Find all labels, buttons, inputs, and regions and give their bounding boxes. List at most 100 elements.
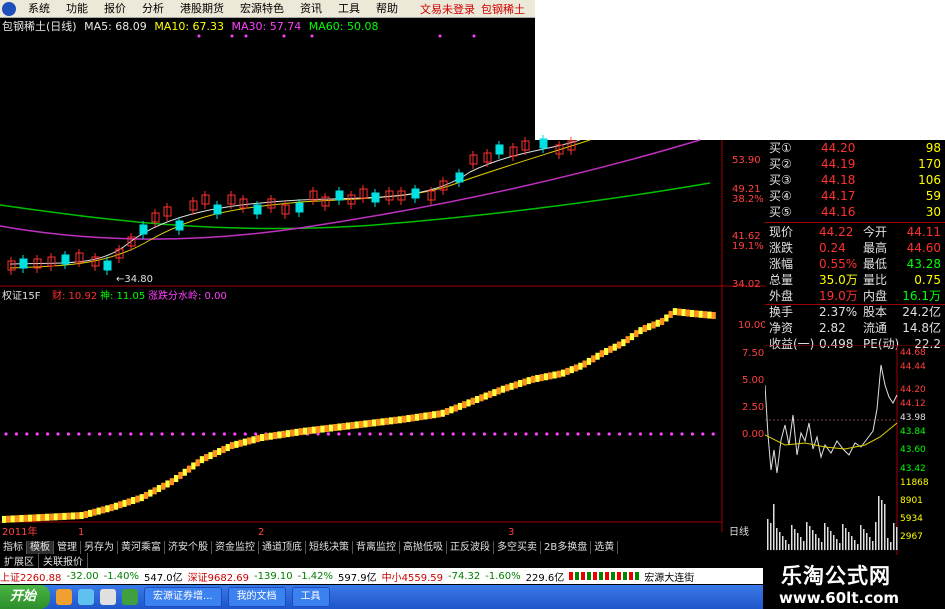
zero-dot bbox=[701, 432, 705, 436]
tab-related-quotes[interactable]: 关联报价 bbox=[39, 553, 88, 568]
indicator-tab[interactable]: 模板 bbox=[27, 540, 54, 554]
volume-bar bbox=[806, 522, 808, 550]
indicator-block bbox=[586, 357, 592, 365]
bid-row: 买① 44.20 98 bbox=[765, 140, 945, 156]
intraday-axis: 44.68 44.44 44.20 44.12 43.98 43.84 43.6… bbox=[900, 348, 929, 542]
indicator-block bbox=[612, 343, 617, 351]
sh-index[interactable]: 上证2260.88 bbox=[0, 569, 61, 584]
indicator-block bbox=[647, 323, 652, 331]
indicator-block bbox=[397, 416, 402, 424]
sh-change: -32.00 bbox=[66, 570, 99, 582]
menu-system[interactable]: 系统 bbox=[20, 0, 58, 17]
volume-bar bbox=[803, 541, 805, 550]
info-label: 总量 bbox=[769, 273, 794, 287]
tab-extension-area[interactable]: 扩展区 bbox=[0, 553, 39, 568]
ma30-line bbox=[0, 139, 701, 240]
volume-bar bbox=[866, 533, 868, 550]
bid-volume: 106 bbox=[918, 173, 941, 187]
indicator-tab[interactable]: 通道顶底 bbox=[259, 540, 306, 554]
indicator-block bbox=[376, 418, 381, 426]
indicator-tab[interactable]: 另存为 bbox=[81, 540, 118, 554]
volume-bar bbox=[788, 544, 790, 550]
volume-bar bbox=[770, 523, 772, 550]
media-icon[interactable] bbox=[122, 589, 139, 605]
zero-dot bbox=[566, 432, 570, 436]
indicator-tab[interactable]: 短线决策 bbox=[306, 540, 353, 554]
zero-dot bbox=[649, 432, 653, 436]
indicator-block bbox=[131, 497, 136, 504]
sz-index[interactable]: 深证9682.69 bbox=[188, 569, 249, 584]
indicator-block bbox=[139, 494, 144, 502]
indicator-tab[interactable]: 背离监控 bbox=[353, 540, 400, 554]
indicator-block bbox=[40, 513, 45, 521]
app-logo-icon bbox=[2, 1, 16, 16]
menu-tools[interactable]: 工具 bbox=[330, 0, 368, 17]
chart-header: 包钢稀土(日线) MA5: 68.09 MA10: 67.33 MA30: 57… bbox=[2, 18, 532, 33]
x-label: 2011年 bbox=[2, 525, 37, 538]
price-tick: 19.1% bbox=[732, 241, 764, 252]
menu-hk-futures[interactable]: 港股期货 bbox=[172, 0, 232, 17]
quicklaunch-icon[interactable] bbox=[78, 589, 95, 605]
zero-dot bbox=[118, 432, 122, 436]
info-value: 2.82 bbox=[819, 321, 846, 335]
indicator-block bbox=[118, 501, 123, 509]
menu-analysis[interactable]: 分析 bbox=[134, 0, 172, 17]
indicator-block bbox=[677, 308, 682, 316]
menu-help[interactable]: 帮助 bbox=[368, 0, 406, 17]
indicator-block bbox=[608, 345, 613, 353]
start-button[interactable]: 开始 bbox=[0, 585, 51, 609]
chart-area[interactable]: 53.90 49.21 38.2% 41.62 19.1% 34.02 ←34.… bbox=[0, 32, 765, 540]
ma60-line bbox=[0, 182, 711, 230]
taskbar-app-tools[interactable]: 工具 bbox=[291, 587, 330, 607]
info-value: 0.55% bbox=[819, 257, 858, 271]
candle-body bbox=[495, 144, 504, 155]
price-tick: 53.90 bbox=[732, 155, 761, 166]
indicator-block bbox=[62, 512, 67, 520]
indicator-tab[interactable]: 资金监控 bbox=[212, 540, 259, 554]
indicator-tab[interactable]: 选黄 bbox=[591, 540, 619, 554]
indicator-block bbox=[268, 432, 273, 440]
indicator-tab[interactable]: 多空买卖 bbox=[494, 540, 541, 554]
indicator-block bbox=[462, 401, 467, 409]
indicator-block bbox=[535, 374, 540, 382]
login-notice[interactable]: 文易未登录 bbox=[420, 1, 475, 17]
indicator-axis: 10.00 7.50 5.00 2.50 0.00 bbox=[738, 320, 765, 440]
menu-info[interactable]: 资讯 bbox=[292, 0, 330, 17]
taskbar-app-hongyuan[interactable]: 宏源证券增... bbox=[144, 587, 222, 607]
indicator-tab[interactable]: 黄河乘富 bbox=[118, 540, 165, 554]
indicator-tab[interactable]: 高抛低吸 bbox=[400, 540, 447, 554]
explorer-icon[interactable] bbox=[100, 589, 117, 605]
indicator-block bbox=[174, 475, 179, 483]
browser-icon[interactable] bbox=[56, 589, 73, 605]
intraday-volume bbox=[767, 496, 898, 550]
intraday-chart[interactable]: 44.68 44.44 44.20 44.12 43.98 43.84 43.6… bbox=[765, 345, 945, 555]
zx-index[interactable]: 中小4559.59 bbox=[382, 569, 443, 584]
menu-function[interactable]: 功能 bbox=[58, 0, 96, 17]
indicator-block bbox=[208, 452, 213, 460]
indicator-block bbox=[539, 374, 544, 382]
indicator-tab[interactable]: 指标 bbox=[0, 540, 27, 554]
watermark-url: www.60lt.com bbox=[779, 589, 900, 607]
indicator-block bbox=[32, 514, 37, 522]
indicator-block bbox=[367, 419, 372, 427]
volume-bar bbox=[872, 541, 874, 550]
x-axis-labels: 2011年 1 2 3 bbox=[2, 525, 514, 538]
indicator-block bbox=[475, 396, 480, 403]
indicator-block bbox=[281, 430, 286, 438]
indicator-tab[interactable]: 2B多换盘 bbox=[541, 540, 592, 554]
zero-dot bbox=[46, 432, 50, 436]
volume-bar bbox=[815, 534, 817, 550]
menu-quote[interactable]: 报价 bbox=[96, 0, 134, 17]
menu-hongyuan[interactable]: 宏源特色 bbox=[232, 0, 292, 17]
volume-bar bbox=[797, 533, 799, 550]
volume-bar bbox=[800, 537, 802, 550]
indicator-tab[interactable]: 管理 bbox=[54, 540, 81, 554]
indicator-block bbox=[363, 420, 368, 428]
taskbar-app-documents[interactable]: 我的文档 bbox=[227, 587, 286, 607]
indicator-block bbox=[389, 417, 394, 425]
indicator-tab[interactable]: 济安个股 bbox=[165, 540, 212, 554]
info-label: 现价 bbox=[769, 225, 794, 239]
indicator-tab[interactable]: 正反波段 bbox=[447, 540, 494, 554]
period-label[interactable]: 日线 bbox=[729, 525, 749, 538]
info-value: 19.0万 bbox=[819, 289, 858, 303]
